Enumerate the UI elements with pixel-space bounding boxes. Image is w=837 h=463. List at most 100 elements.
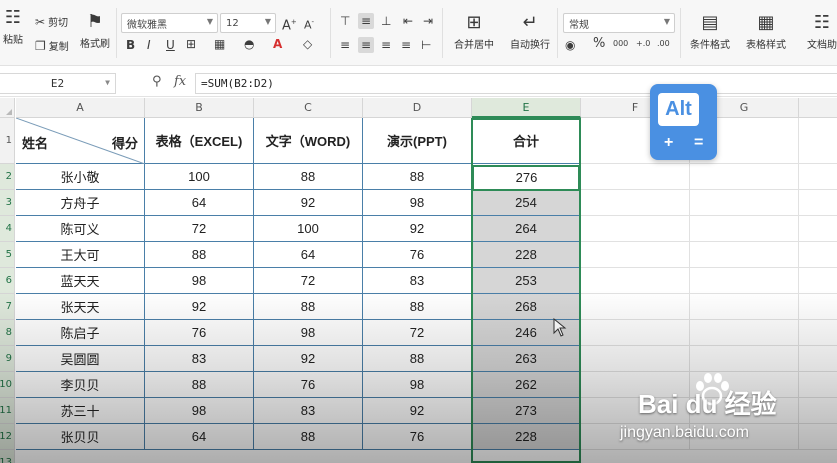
empty-cell[interactable] bbox=[581, 424, 690, 450]
score-cell[interactable]: 100 bbox=[145, 164, 254, 190]
format-painter-button[interactable]: ⚑ 格式刷 bbox=[79, 12, 111, 51]
zoom-icon[interactable]: ⚲ bbox=[152, 74, 162, 89]
score-cell[interactable]: 76 bbox=[145, 320, 254, 346]
row-header[interactable]: 8 bbox=[0, 320, 15, 346]
eraser-icon[interactable]: ◇ bbox=[303, 37, 312, 51]
column-header-c[interactable]: C bbox=[254, 98, 363, 118]
row-header[interactable]: 2 bbox=[0, 164, 15, 190]
empty-cell[interactable] bbox=[690, 320, 799, 346]
header-cell[interactable]: 表格（EXCEL) bbox=[145, 118, 254, 164]
empty-cell[interactable] bbox=[799, 398, 837, 424]
score-cell[interactable]: 64 bbox=[145, 424, 254, 450]
underline-icon[interactable]: U bbox=[166, 38, 175, 52]
font-name-select[interactable]: 微软雅黑 ▼ bbox=[121, 13, 218, 33]
doc-assist-button[interactable]: ☷ 文档助 bbox=[804, 13, 837, 52]
total-cell[interactable]: 228 bbox=[472, 424, 581, 450]
empty-cell[interactable] bbox=[799, 294, 837, 320]
number-format-select[interactable]: 常规 ▼ bbox=[563, 13, 675, 33]
score-cell[interactable]: 98 bbox=[145, 398, 254, 424]
score-cell[interactable]: 98 bbox=[363, 190, 472, 216]
score-cell[interactable]: 76 bbox=[363, 424, 472, 450]
empty-cell[interactable] bbox=[799, 164, 837, 190]
score-cell[interactable]: 88 bbox=[254, 294, 363, 320]
name-cell[interactable]: 苏三十 bbox=[16, 398, 145, 424]
row-header[interactable]: 1 bbox=[0, 118, 15, 164]
score-cell[interactable]: 64 bbox=[145, 190, 254, 216]
empty-cell[interactable] bbox=[799, 190, 837, 216]
score-cell[interactable]: 88 bbox=[363, 164, 472, 190]
empty-cell[interactable] bbox=[690, 294, 799, 320]
score-cell[interactable]: 98 bbox=[145, 268, 254, 294]
indent-decrease-icon[interactable]: ⇤ bbox=[403, 14, 413, 28]
empty-cell[interactable] bbox=[581, 346, 690, 372]
empty-cell[interactable] bbox=[581, 372, 690, 398]
align-middle-icon[interactable]: ≡ bbox=[358, 13, 375, 29]
score-cell[interactable]: 98 bbox=[254, 320, 363, 346]
justify-icon[interactable]: ≡ bbox=[401, 38, 411, 52]
thousands-icon[interactable]: 000 bbox=[613, 37, 628, 51]
empty-cell[interactable] bbox=[690, 346, 799, 372]
row-header[interactable]: 12 bbox=[0, 424, 15, 450]
empty-cell[interactable] bbox=[581, 268, 690, 294]
italic-icon[interactable]: I bbox=[147, 38, 151, 52]
copy-button[interactable]: ❐ 复制 bbox=[35, 38, 69, 54]
score-cell[interactable]: 76 bbox=[254, 372, 363, 398]
font-shrink-icon[interactable]: A- bbox=[304, 15, 314, 33]
column-header-e[interactable]: E bbox=[472, 98, 581, 118]
score-cell[interactable]: 72 bbox=[363, 320, 472, 346]
row-header[interactable]: 4 bbox=[0, 216, 15, 242]
score-cell[interactable]: 76 bbox=[363, 242, 472, 268]
formula-input[interactable]: =SUM(B2:D2) bbox=[195, 73, 837, 94]
empty-cell[interactable] bbox=[581, 242, 690, 268]
name-cell[interactable]: 王大可 bbox=[16, 242, 145, 268]
active-cell-value[interactable]: 276 bbox=[472, 164, 581, 190]
score-cell[interactable]: 88 bbox=[363, 346, 472, 372]
total-cell[interactable]: 228 bbox=[472, 242, 581, 268]
empty-cell[interactable] bbox=[690, 398, 799, 424]
total-cell[interactable]: 253 bbox=[472, 268, 581, 294]
header-cell[interactable]: 演示(PPT) bbox=[363, 118, 472, 164]
score-cell[interactable]: 98 bbox=[363, 372, 472, 398]
empty-cell[interactable] bbox=[799, 268, 837, 294]
score-cell[interactable]: 88 bbox=[254, 164, 363, 190]
fx-icon[interactable]: fx bbox=[174, 74, 186, 89]
empty-cell[interactable] bbox=[799, 242, 837, 268]
score-cell[interactable]: 72 bbox=[145, 216, 254, 242]
empty-cell[interactable] bbox=[581, 190, 690, 216]
header-cell[interactable]: 合计 bbox=[472, 118, 581, 164]
header-cell[interactable]: 文字（WORD) bbox=[254, 118, 363, 164]
font-color-icon[interactable]: A bbox=[273, 37, 282, 51]
score-cell[interactable]: 88 bbox=[254, 424, 363, 450]
score-cell[interactable]: 92 bbox=[254, 190, 363, 216]
select-all-corner[interactable] bbox=[0, 98, 15, 118]
total-cell[interactable]: 273 bbox=[472, 398, 581, 424]
distribute-icon[interactable]: ⊢ bbox=[421, 38, 431, 52]
name-cell[interactable]: 吴圆圆 bbox=[16, 346, 145, 372]
name-cell[interactable]: 张小敬 bbox=[16, 164, 145, 190]
border-icon[interactable]: ⊞ bbox=[186, 37, 196, 51]
empty-cell[interactable] bbox=[581, 216, 690, 242]
empty-cell[interactable] bbox=[690, 242, 799, 268]
name-box[interactable]: E2 ▼ bbox=[0, 73, 116, 94]
decrease-decimal-icon[interactable]: .00 bbox=[657, 37, 670, 51]
name-cell[interactable]: 陈启子 bbox=[16, 320, 145, 346]
align-top-icon[interactable]: ⊤ bbox=[340, 14, 350, 28]
font-size-select[interactable]: 12 ▼ bbox=[220, 13, 276, 33]
merge-style-icon[interactable]: ▦ bbox=[214, 37, 225, 51]
column-header-h[interactable] bbox=[799, 98, 837, 118]
score-cell[interactable]: 100 bbox=[254, 216, 363, 242]
score-cell[interactable]: 92 bbox=[254, 346, 363, 372]
empty-cell[interactable] bbox=[799, 216, 837, 242]
empty-cell[interactable] bbox=[690, 424, 799, 450]
row-header[interactable]: 9 bbox=[0, 346, 15, 372]
bold-icon[interactable]: B bbox=[126, 38, 135, 52]
name-cell[interactable]: 方舟子 bbox=[16, 190, 145, 216]
row-header[interactable]: 10 bbox=[0, 372, 15, 398]
empty-cell[interactable] bbox=[799, 424, 837, 450]
merge-center-button[interactable]: ⊞ 合并居中 bbox=[452, 13, 496, 52]
row-header[interactable]: 3 bbox=[0, 190, 15, 216]
row-header[interactable]: 11 bbox=[0, 398, 15, 424]
align-center-icon[interactable]: ≡ bbox=[358, 37, 375, 53]
empty-cell[interactable] bbox=[581, 398, 690, 424]
percent-icon[interactable]: % bbox=[593, 37, 605, 51]
